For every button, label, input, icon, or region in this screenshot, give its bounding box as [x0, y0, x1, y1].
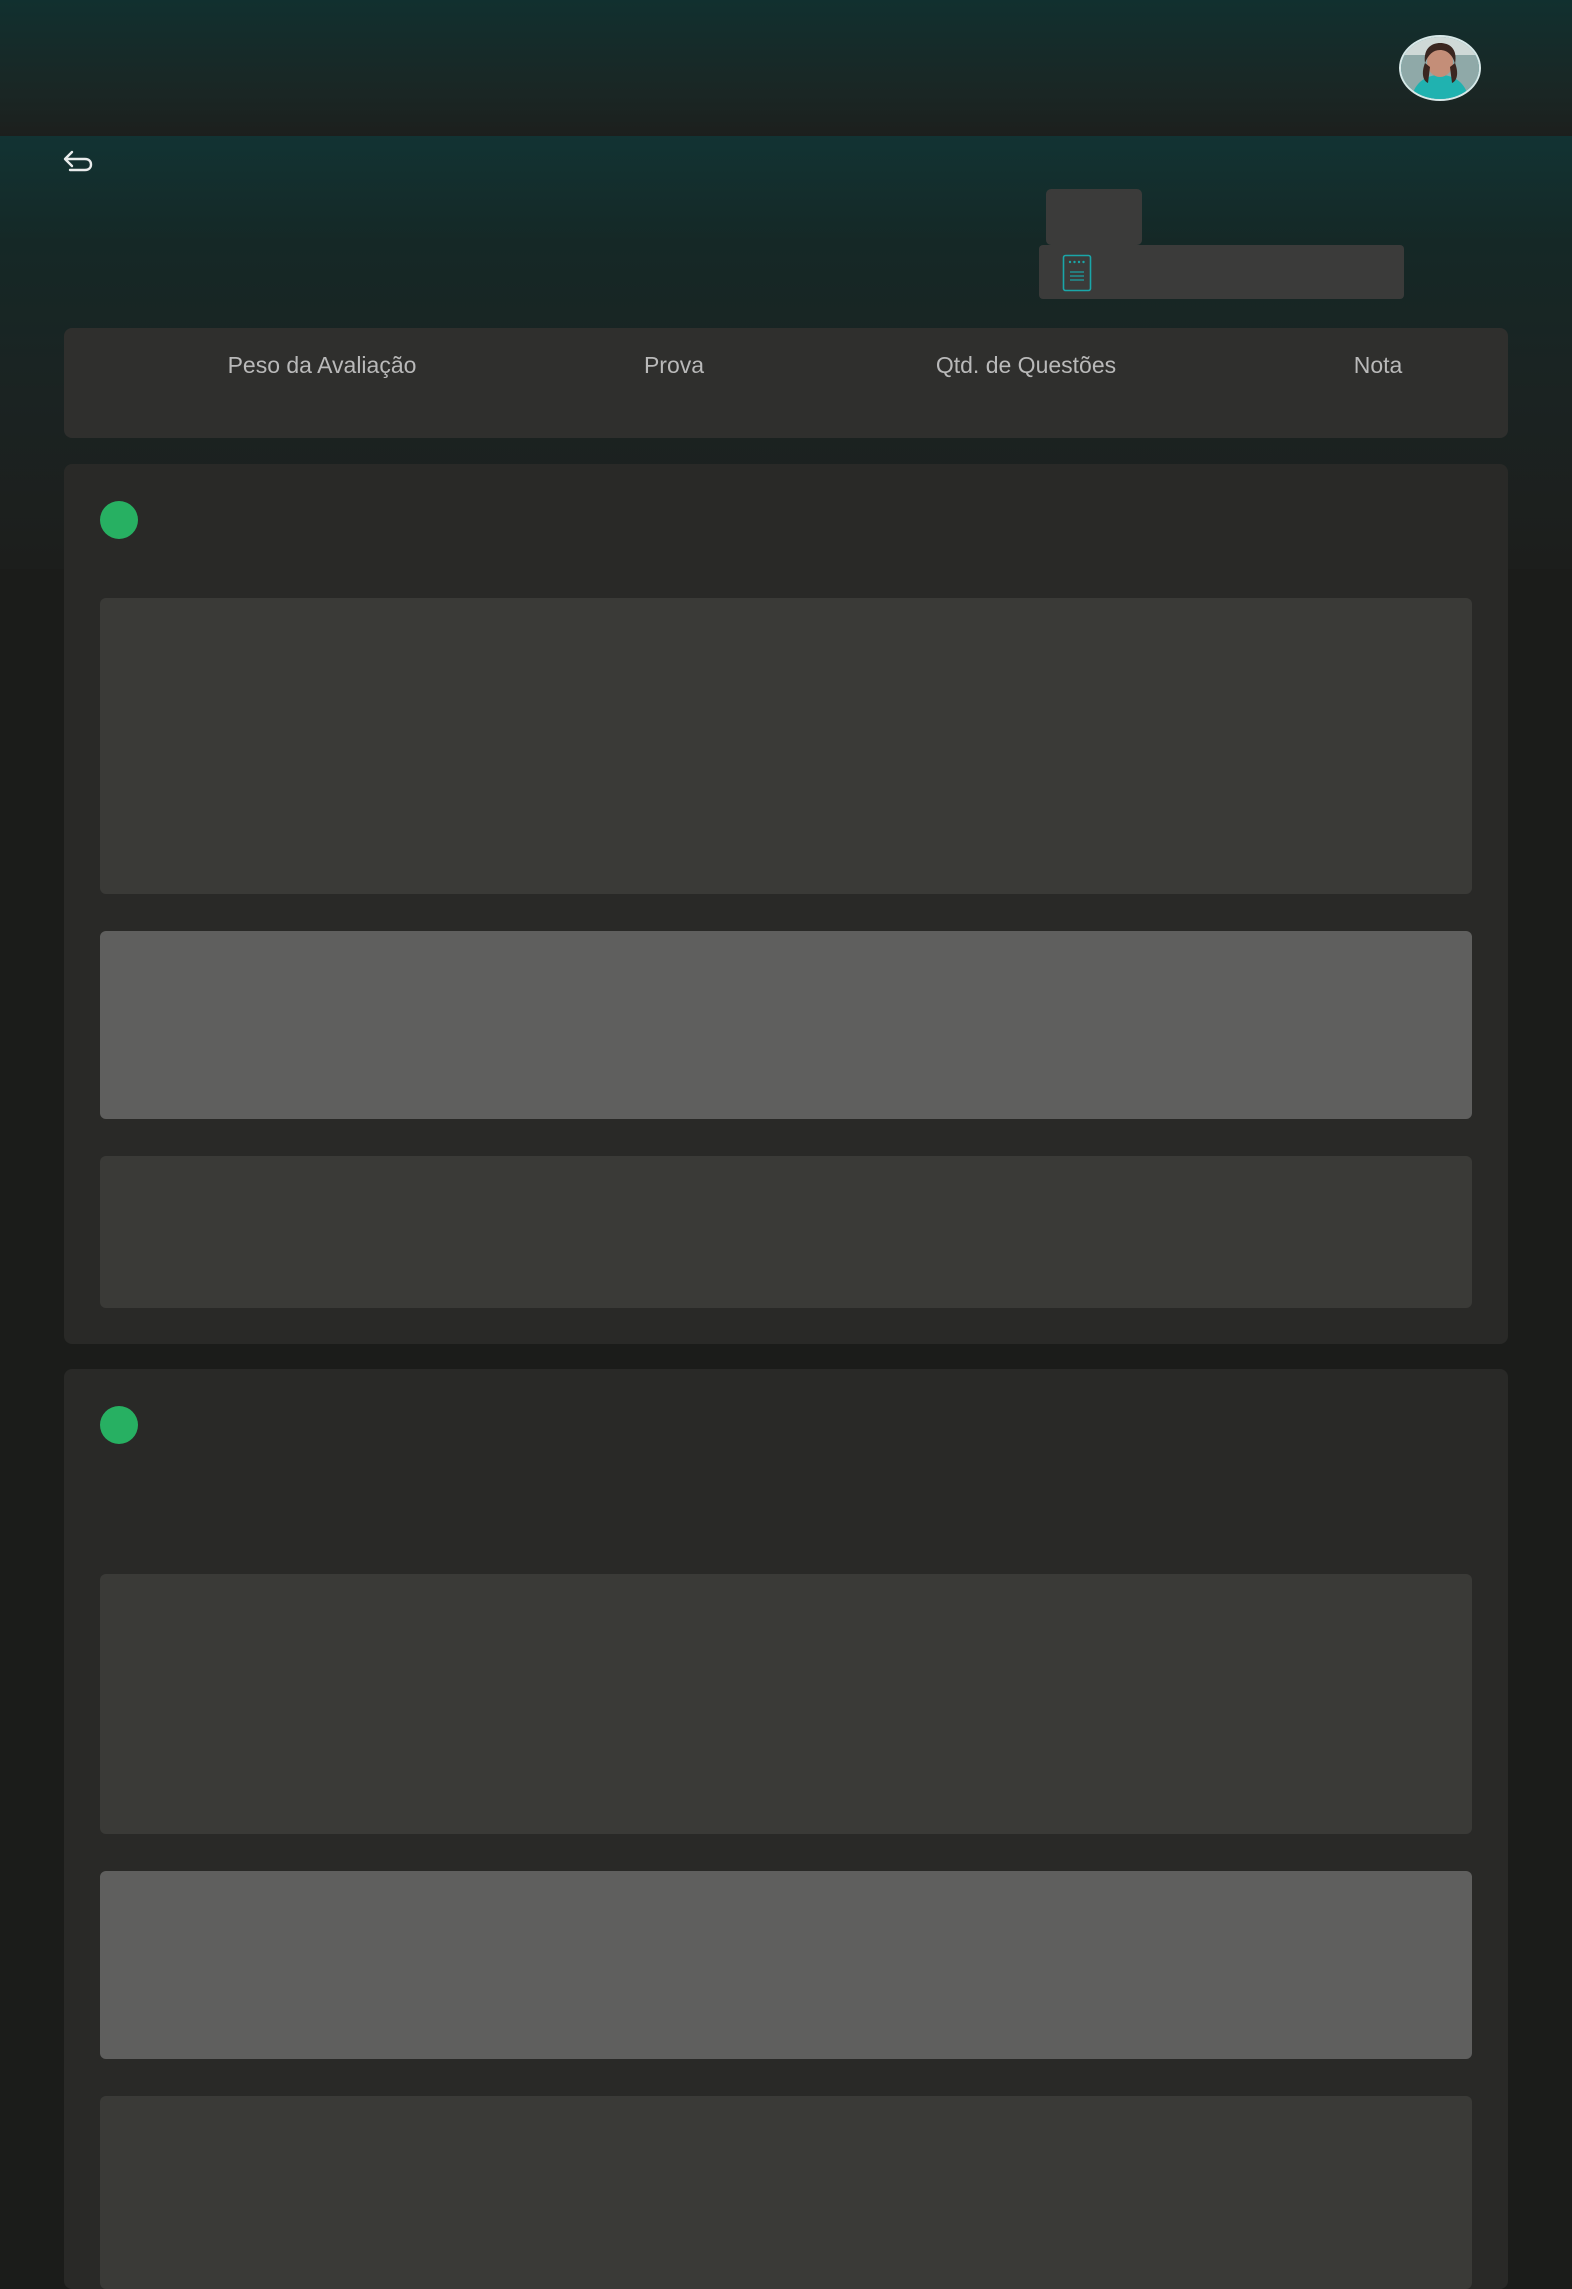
answer-option[interactable] — [100, 1156, 1472, 1308]
top-bar — [0, 0, 1572, 136]
summary-label-question-count: Qtd. de Questões — [935, 352, 1117, 378]
question-card — [64, 464, 1508, 1344]
status-indicator — [100, 1406, 138, 1444]
summary-label-exam: Prova — [643, 352, 705, 378]
document-list-icon — [1062, 254, 1092, 292]
return-arrow-icon — [63, 150, 93, 172]
summary-label-grade: Nota — [1353, 352, 1403, 378]
question-statement — [100, 598, 1472, 894]
question-card — [64, 1369, 1508, 2289]
summary-label-weight: Peso da Avaliação — [227, 352, 417, 378]
status-indicator — [100, 501, 138, 539]
user-avatar[interactable] — [1399, 35, 1481, 101]
answer-option[interactable] — [100, 931, 1472, 1119]
back-button[interactable] — [60, 148, 94, 178]
assessment-document-field[interactable] — [1039, 245, 1404, 299]
avatar-photo-icon — [1401, 37, 1479, 99]
assessment-tag — [1046, 189, 1142, 245]
answer-option[interactable] — [100, 1871, 1472, 2059]
answer-option[interactable] — [100, 2096, 1472, 2289]
assessment-summary: Peso da Avaliação Prova Qtd. de Questões… — [64, 328, 1508, 438]
question-statement — [100, 1574, 1472, 1834]
